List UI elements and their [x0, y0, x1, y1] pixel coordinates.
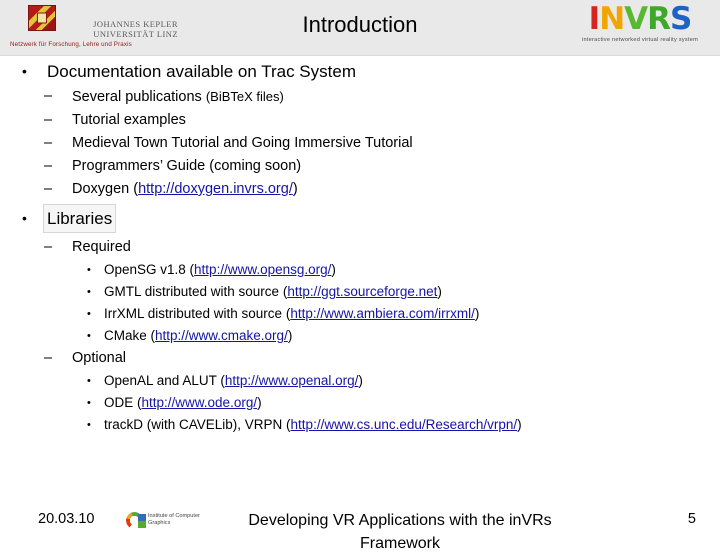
invrs-letter-i: I [588, 1, 601, 37]
jku-logo: JOHANNES KEPLER UNIVERSITÄT LINZ Netzwer… [6, 3, 178, 53]
sub-bullet-publications: – Several publications (BiBTeX files) [0, 85, 720, 109]
list-item-gmtl-close: ) [437, 284, 442, 299]
footer-title: Developing VR Applications with the inVR… [170, 509, 630, 555]
footer-date: 20.03.10 [38, 511, 95, 527]
sub-bullet-medieval-town-label: Medieval Town Tutorial and Going Immersi… [72, 135, 413, 151]
slide-footer: 20.03.10 Institute of Computer Graphics … [0, 505, 720, 552]
dash-glyph-icon: – [44, 158, 53, 174]
jku-crest-dot-icon [37, 12, 47, 24]
bullet-documentation-label: Documentation available on Trac System [47, 62, 356, 81]
jku-logo-tagline: Netzwerk für Forschung, Lehre und Praxis [10, 41, 132, 48]
sub-bullet-required: – Required [0, 236, 720, 259]
slide-title: Introduction [302, 12, 418, 37]
invrs-logo: INVRS interactive networked virtual real… [564, 2, 716, 54]
link-cmake[interactable]: http://www.cmake.org/ [155, 328, 288, 343]
list-item-ode: • ODE (http://www.ode.org/) [0, 392, 720, 414]
bullet-glyph-icon: • [87, 397, 91, 409]
link-irrxml[interactable]: http://www.ambiera.com/irrxml/ [290, 306, 475, 321]
invrs-logo-wordmark: INVRS [564, 2, 716, 36]
sub-bullet-medieval-town: – Medieval Town Tutorial and Going Immers… [0, 132, 720, 155]
bullet-glyph-icon: • [87, 308, 91, 320]
jku-logo-name-line1: JOHANNES KEPLER [93, 19, 178, 29]
jku-logo-name-line2: UNIVERSITÄT LINZ [93, 29, 178, 39]
link-doxygen[interactable]: http://doxygen.invrs.org/ [138, 181, 293, 197]
icg-green-square-icon [138, 521, 146, 528]
sub-bullet-doxygen-close: ) [292, 181, 298, 197]
list-item-irrxml-close: ) [474, 306, 480, 321]
bullet-glyph-icon: • [87, 419, 91, 431]
invrs-letter-r: R [647, 1, 671, 37]
bullet-glyph-icon: • [87, 330, 91, 342]
list-item-opensg-label: OpenSG v1.8 ( [104, 262, 195, 277]
list-item-cmake: • CMake (http://www.cmake.org/) [0, 325, 720, 347]
list-item-trackd-vrpn-close: ) [517, 417, 522, 432]
list-item-opensg: • OpenSG v1.8 (http://www.opensg.org/) [0, 259, 720, 281]
bullet-glyph-icon: • [87, 375, 91, 387]
footer-title-line2: Framework [359, 535, 440, 552]
bullet-libraries-label: Libraries [42, 204, 117, 233]
sub-bullet-programmers-guide: – Programmers’ Guide (coming soon) [0, 155, 720, 178]
list-item-openal-label: OpenAL and ALUT ( [104, 373, 225, 388]
list-item-irrxml: • IrrXML distributed with source (http://… [0, 303, 720, 325]
link-vrpn[interactable]: http://www.cs.unc.edu/Research/vrpn/ [291, 417, 518, 432]
list-item-gmtl: • GMTL distributed with source (http://gg… [0, 281, 720, 303]
invrs-letter-v: V [624, 1, 648, 37]
list-item-ode-close: ) [257, 395, 262, 410]
bullet-glyph-icon: • [87, 286, 91, 298]
invrs-letter-n: N [599, 1, 625, 37]
sub-bullet-doxygen: – Doxygen (http://doxygen.invrs.org/) [0, 178, 720, 201]
dash-glyph-icon: – [44, 135, 53, 151]
dash-glyph-icon: – [44, 112, 53, 128]
sub-bullet-optional: – Optional [0, 347, 720, 370]
invrs-logo-tagline: interactive networked virtual reality sy… [581, 37, 699, 43]
list-item-gmtl-label: GMTL distributed with source ( [104, 284, 288, 299]
list-item-openal-close: ) [358, 373, 363, 388]
footer-title-line1: Developing VR Applications with the inVR… [248, 512, 552, 529]
bullet-glyph-icon: • [87, 264, 91, 276]
link-opensg[interactable]: http://www.opensg.org/ [194, 262, 331, 277]
jku-crest-icon [28, 5, 56, 31]
dash-glyph-icon: – [44, 239, 53, 255]
sub-bullet-tutorial-examples-label: Tutorial examples [72, 112, 186, 128]
footer-page-number: 5 [687, 511, 696, 527]
link-openal[interactable]: http://www.openal.org/ [225, 373, 359, 388]
list-item-openal: • OpenAL and ALUT (http://www.openal.org/… [0, 370, 720, 392]
bullet-documentation: • Documentation available on Trac System [0, 58, 720, 85]
slide-content-body: • Documentation available on Trac System … [0, 58, 720, 436]
sub-bullet-publications-label: Several publications [72, 89, 206, 105]
dash-glyph-icon: – [44, 181, 53, 197]
sub-bullet-doxygen-label: Doxygen ( [72, 181, 139, 197]
list-item-irrxml-label: IrrXML distributed with source ( [104, 306, 291, 321]
sub-bullet-tutorial-examples: – Tutorial examples [0, 109, 720, 132]
sub-bullet-required-label: Required [72, 239, 131, 255]
dash-glyph-icon: – [44, 88, 53, 104]
sub-bullet-publications-note: (BiBTeX files) [205, 89, 284, 104]
bullet-glyph-icon: • [22, 210, 27, 226]
list-item-ode-label: ODE ( [104, 395, 142, 410]
link-ode[interactable]: http://www.ode.org/ [142, 395, 258, 410]
list-item-trackd-vrpn-label: trackD (with CAVELib), VRPN ( [104, 417, 291, 432]
jku-logo-name: JOHANNES KEPLER UNIVERSITÄT LINZ [58, 19, 178, 39]
list-item-opensg-close: ) [331, 262, 336, 277]
invrs-letter-s: S [670, 1, 692, 37]
list-item-trackd-vrpn: • trackD (with CAVELib), VRPN (http://www… [0, 414, 720, 436]
bullet-glyph-icon: • [22, 63, 27, 79]
dash-glyph-icon: – [44, 350, 53, 366]
bullet-libraries[interactable]: • Libraries [0, 204, 720, 233]
list-item-cmake-close: ) [287, 328, 293, 343]
list-item-cmake-label: CMake ( [104, 328, 156, 343]
link-gmtl[interactable]: http://ggt.sourceforge.net [287, 284, 437, 299]
sub-bullet-programmers-guide-label: Programmers’ Guide (coming soon) [72, 158, 302, 174]
sub-bullet-optional-label: Optional [72, 350, 127, 366]
icg-blue-square-icon [138, 514, 146, 521]
